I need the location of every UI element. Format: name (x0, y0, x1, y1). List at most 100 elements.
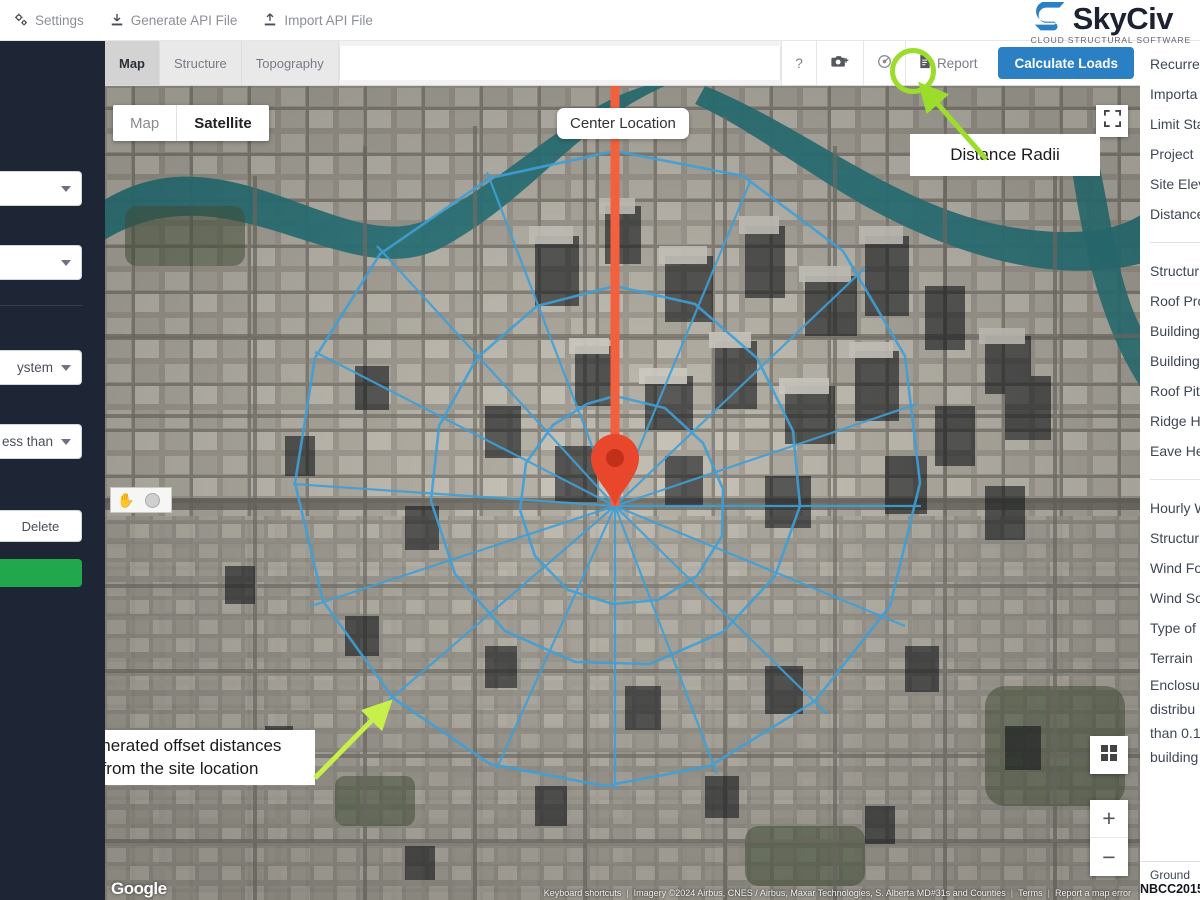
map-zoom-controls: + − (1090, 800, 1128, 876)
left-dropdown-3[interactable]: ystem (0, 350, 82, 385)
calculate-loads-label: Calculate Loads (1014, 55, 1118, 71)
annotation-distance-radii: Distance Radii (910, 134, 1100, 176)
left-dropdown-4[interactable]: ess than (0, 424, 82, 459)
keyboard-shortcuts-link[interactable]: Keyboard shortcuts (539, 888, 627, 898)
right-panel-item: than 0.1 (1150, 725, 1200, 741)
right-panel-item[interactable]: Roof Pit (1150, 376, 1200, 406)
right-panel-item[interactable]: Ridge He (1150, 406, 1200, 436)
center-location-tooltip: Center Location (557, 108, 689, 139)
fullscreen-icon (1103, 110, 1121, 132)
brand-name: SkyCiv (1072, 1, 1174, 36)
right-panel-item[interactable]: Structur (1150, 256, 1200, 286)
camera-plus-icon (830, 54, 850, 72)
zoom-in-label: + (1102, 805, 1116, 831)
imagery-attribution: Imagery ©2024 Airbus, CNES / Airbus, Max… (633, 888, 1006, 898)
gears-icon (14, 13, 28, 27)
right-panel-item[interactable]: Wind Fo (1150, 553, 1200, 583)
right-panel-item[interactable]: Terrain (1150, 643, 1200, 673)
tab-structure[interactable]: Structure (160, 41, 242, 85)
right-panel-item[interactable]: Structur (1150, 523, 1200, 553)
map-grid-button[interactable] (1090, 736, 1128, 774)
menu-item-settings[interactable]: Settings (14, 13, 84, 28)
left-dropdown-2[interactable] (0, 245, 82, 280)
terms-link[interactable]: Terms (1013, 888, 1048, 898)
pan-knob-icon[interactable] (145, 492, 160, 508)
map-toolbar: Map Structure Topography ? Report Calcul… (105, 41, 1140, 86)
grid-squares-icon (1100, 744, 1118, 767)
tab-topography-label: Topography (255, 55, 324, 71)
calculate-loads-button[interactable]: Calculate Loads (998, 47, 1134, 79)
delete-button[interactable]: Delete (0, 510, 82, 542)
left-panel-divider (0, 305, 82, 306)
right-panel-divider (1150, 479, 1200, 480)
skyciv-logo-icon (1031, 1, 1069, 36)
right-panel-item[interactable]: Hourly W (1150, 493, 1200, 523)
brand-logo[interactable]: SkyCiv CLOUD STRUCTURAL SOFTWARE (1030, 1, 1194, 45)
center-location-label: Center Location (570, 115, 676, 132)
annotation-offset-distances-line1: Generated offset distances (78, 736, 282, 756)
left-dropdown-3-value: ystem (16, 360, 53, 375)
fullscreen-button[interactable] (1096, 105, 1128, 137)
menu-item-import-api-file-label: Import API File (284, 12, 373, 28)
chevron-down-icon (61, 259, 71, 266)
map-type-toggle: Map Satellite (113, 105, 269, 141)
chevron-down-icon (61, 438, 71, 445)
left-panel-primary-action-button[interactable] (0, 559, 82, 587)
right-panel-footer-line1: Ground (1149, 868, 1191, 882)
map-pan-control[interactable]: ✋ (110, 487, 172, 513)
zoom-out-button[interactable]: − (1090, 838, 1128, 876)
right-panel-item[interactable]: Distance (1150, 199, 1200, 229)
help-button-label: ? (795, 55, 803, 71)
left-dropdown-4-value: ess than (1, 434, 53, 449)
map-type-map-label: Map (130, 114, 160, 132)
report-map-error-link[interactable]: Report a map error (1050, 888, 1136, 898)
attribution-separator: | (1047, 888, 1050, 898)
annotation-distance-radii-text: Distance Radii (950, 144, 1060, 164)
right-panel-item[interactable]: Project (1150, 139, 1200, 169)
menu-item-generate-api-file-label: Generate API File (130, 12, 238, 28)
brand-tagline: CLOUD STRUCTURAL SOFTWARE (1030, 35, 1191, 45)
menu-item-import-api-file[interactable]: Import API File (263, 13, 373, 28)
right-panel-item[interactable]: Recurre (1150, 49, 1200, 79)
right-panel-item[interactable]: Building (1150, 346, 1200, 376)
right-panel-item[interactable]: Building (1150, 316, 1200, 346)
right-panel-item[interactable]: Site Elev (1150, 169, 1200, 199)
right-panel-item[interactable]: Wind So (1150, 583, 1200, 613)
tab-structure-label: Structure (174, 55, 227, 71)
right-panel-item[interactable]: Type of (1150, 613, 1200, 643)
toolbar-spacer (338, 46, 782, 80)
right-panel-item[interactable]: Enclosu (1150, 673, 1200, 697)
left-settings-panel: ystem ess than Delete (0, 41, 105, 900)
right-panel-group-site: Recurre Importa Limit Sta Project Site E… (1150, 49, 1200, 229)
map-attribution: Keyboard shortcuts | Imagery ©2024 Airbu… (539, 886, 1140, 900)
delete-button-label: Delete (21, 518, 60, 534)
top-menu-items: Settings Generate API File Import API Fi… (0, 13, 373, 28)
right-panel-group-structure: Structur Roof Pro Building Building Roof… (1150, 256, 1200, 466)
tab-map[interactable]: Map (105, 41, 160, 85)
zoom-in-button[interactable]: + (1090, 800, 1128, 838)
distance-radii-highlight-circle (890, 48, 936, 94)
map-type-map[interactable]: Map (113, 105, 176, 141)
left-dropdown-1[interactable] (0, 171, 82, 206)
google-logo-label: Google (111, 879, 167, 898)
help-button[interactable]: ? (781, 41, 816, 85)
attribution-separator: | (1010, 888, 1014, 898)
map-type-satellite[interactable]: Satellite (176, 105, 269, 141)
screenshot-button[interactable] (815, 41, 863, 85)
right-panel-footer: Ground NBCC2015 (1140, 861, 1200, 900)
tab-topography[interactable]: Topography (241, 41, 339, 85)
right-panel-item[interactable]: Limit Sta (1150, 109, 1200, 139)
right-panel-item: distribu (1150, 701, 1196, 717)
chevron-down-icon (61, 185, 71, 192)
right-panel-item[interactable]: Importa (1150, 79, 1200, 109)
download-icon (110, 13, 124, 27)
right-panel-item[interactable]: Eave He (1150, 436, 1200, 466)
hand-pan-icon[interactable]: ✋ (111, 492, 141, 509)
left-panel-button-row: Delete (0, 510, 82, 542)
application-root: Settings Generate API File Import API Fi… (0, 0, 1200, 900)
menu-item-generate-api-file[interactable]: Generate API File (110, 12, 238, 28)
zoom-out-label: − (1102, 843, 1116, 870)
right-panel-item[interactable]: Roof Pro (1150, 286, 1200, 316)
annotation-offset-distances-line2: from the site location (101, 758, 259, 778)
top-menu-bar: Settings Generate API File Import API Fi… (0, 0, 1200, 45)
